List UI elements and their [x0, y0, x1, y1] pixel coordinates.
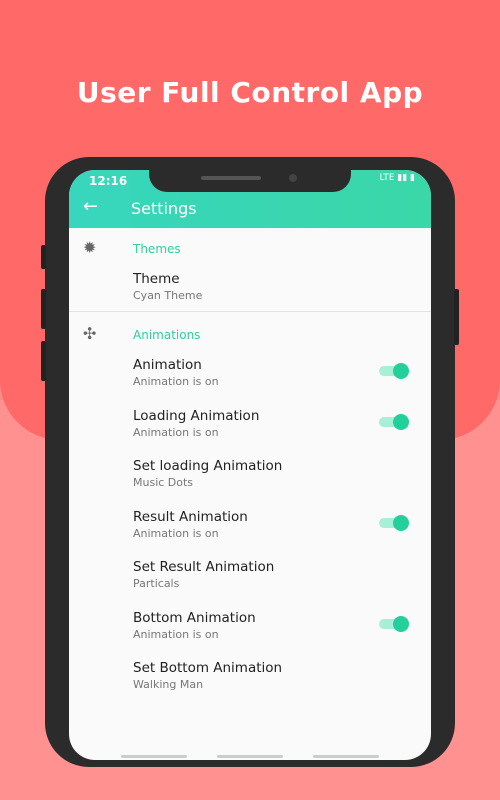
toggle-knob — [393, 515, 409, 531]
setting-subtitle: Cyan Theme — [133, 289, 203, 302]
setting-subtitle: Animation is on — [133, 527, 219, 540]
section-divider — [69, 311, 431, 312]
setting-item-bottom-animation[interactable]: Bottom Animation Animation is on — [133, 610, 413, 641]
toggle-knob — [393, 616, 409, 632]
setting-subtitle: Walking Man — [133, 678, 204, 691]
phone-frame: 12:16 LTE ▮▮ ▮ ← Settings ✹ Themes Theme… — [41, 157, 459, 767]
animation-toggle[interactable] — [379, 363, 409, 379]
arrow-left-icon[interactable]: ← — [83, 196, 98, 217]
status-indicators: LTE ▮▮ ▮ — [379, 173, 415, 183]
bottom-nav-indicators — [69, 755, 431, 760]
front-camera — [289, 174, 297, 182]
fan-icon: ✣ — [83, 324, 97, 343]
setting-title: Result Animation — [133, 509, 248, 525]
section-title-animations: Animations — [133, 328, 201, 342]
result-animation-toggle[interactable] — [379, 515, 409, 531]
setting-subtitle: Animation is on — [133, 426, 219, 439]
setting-title: Set Result Animation — [133, 559, 275, 575]
setting-item-loading-animation[interactable]: Loading Animation Animation is on — [133, 408, 413, 439]
setting-item-set-result-animation[interactable]: Set Result Animation Particals — [133, 559, 413, 590]
phone-volume-down — [41, 341, 46, 381]
setting-subtitle: Particals — [133, 577, 180, 590]
toggle-knob — [393, 414, 409, 430]
phone-notch — [149, 170, 351, 192]
phone-screen: 12:16 LTE ▮▮ ▮ ← Settings ✹ Themes Theme… — [69, 170, 431, 760]
setting-item-animation[interactable]: Animation Animation is on — [133, 357, 413, 388]
setting-item-set-bottom-animation[interactable]: Set Bottom Animation Walking Man — [133, 660, 413, 691]
setting-item-theme[interactable]: Theme Cyan Theme — [133, 271, 413, 302]
phone-volume-up — [41, 289, 46, 329]
phone-side-button — [41, 245, 46, 269]
setting-title: Bottom Animation — [133, 610, 256, 626]
status-time: 12:16 — [89, 174, 128, 188]
setting-title: Loading Animation — [133, 408, 260, 424]
setting-item-result-animation[interactable]: Result Animation Animation is on — [133, 509, 413, 540]
sun-icon: ✹ — [83, 238, 97, 257]
setting-subtitle: Animation is on — [133, 375, 219, 388]
bottom-animation-toggle[interactable] — [379, 616, 409, 632]
nav-indicator — [121, 755, 187, 758]
nav-indicator — [217, 755, 283, 758]
setting-title: Set loading Animation — [133, 458, 283, 474]
speaker-grille — [201, 176, 261, 180]
toggle-knob — [393, 363, 409, 379]
promo-headline: User Full Control App — [76, 76, 424, 109]
section-title-themes: Themes — [133, 242, 181, 256]
setting-title: Animation — [133, 357, 202, 373]
phone-power-button — [454, 289, 459, 345]
setting-title: Set Bottom Animation — [133, 660, 283, 676]
app-bar-title: Settings — [131, 199, 197, 218]
nav-indicator — [313, 755, 379, 758]
setting-title: Theme — [133, 271, 180, 287]
setting-subtitle: Animation is on — [133, 628, 219, 641]
setting-item-set-loading-animation[interactable]: Set loading Animation Music Dots — [133, 458, 413, 489]
setting-subtitle: Music Dots — [133, 476, 194, 489]
loading-animation-toggle[interactable] — [379, 414, 409, 430]
